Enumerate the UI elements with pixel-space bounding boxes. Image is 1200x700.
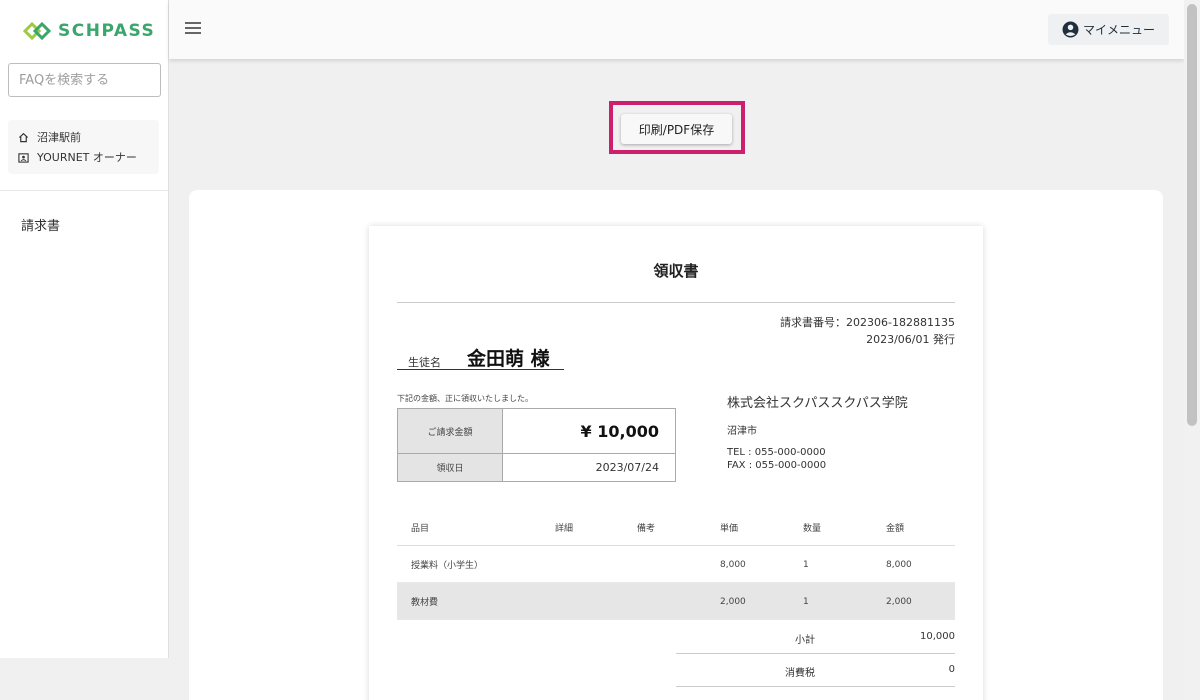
school-name: 沼津駅前 [37,131,81,144]
subtotal-label: 小計 [795,635,815,646]
logo[interactable]: SCHPASS [22,20,155,42]
item-amount: 8,000 [886,559,912,570]
billing-amount-cell: ¥ 10,000 [503,409,675,453]
print-pdf-button[interactable]: 印刷/PDF保存 [621,114,732,144]
received-date-row: 領収日 2023/07/24 [398,454,675,481]
received-date-label: 領収日 [398,454,503,481]
page-scrollbar[interactable] [1184,0,1200,700]
column-header: 単価 [720,524,739,534]
receipt-note: 下記の金額、正に領収いたしました。 [397,394,533,403]
owner-name: YOURNET オーナー [37,151,137,164]
issued-date: 2023/06/01 発行 [866,333,955,346]
title-divider [397,302,955,303]
content-card: 領収書 請求書番号：202306-182881135 2023/06/01 発行… [189,190,1163,700]
item-amount: 2,000 [886,596,912,607]
item-quantity: 1 [803,559,809,570]
column-header: 備考 [637,524,656,534]
column-header: 詳細 [555,524,574,534]
company-name: 株式会社スクパススクパス学院 [727,396,908,411]
school-row[interactable]: 沼津駅前 [18,127,149,147]
student-label: 生徒名 [408,356,441,369]
item-unit-price: 2,000 [720,596,746,607]
table-row: 教材費 2,000 1 2,000 [397,583,955,620]
column-header: 品目 [411,524,430,534]
items-table: 品目 詳細 備考 単価 数量 金額 授業料（小学生） 8,000 1 8,000… [397,509,955,620]
student-field: 生徒名 金田萌 様 [397,343,564,370]
received-date-value: 2023/07/24 [595,461,659,474]
item-unit-price: 8,000 [720,559,746,570]
scrollbar-thumb[interactable] [1187,4,1197,426]
student-name: 金田萌 様 [467,348,550,370]
faq-search-input[interactable] [8,63,161,97]
column-header: 金額 [886,524,905,534]
received-date-cell: 2023/07/24 [503,454,675,481]
totals-table: 小計 10,000 消費税 0 [676,621,955,687]
tax-row: 消費税 0 [676,654,955,687]
subtotal-row: 小計 10,000 [676,621,955,654]
table-row: 授業料（小学生） 8,000 1 8,000 [397,546,955,583]
sidebar: SCHPASS 沼津駅前 YOURNET オーナー 請求書 [0,0,169,658]
subtotal-value: 10,000 [920,631,955,642]
sidebar-divider [0,190,168,191]
billing-amount-label: ご請求金額 [398,409,503,453]
billing-amount-row: ご請求金額 ¥ 10,000 [398,409,675,454]
top-header: マイメニュー [169,0,1184,59]
school-info: 沼津駅前 YOURNET オーナー [8,120,159,174]
receipt-title: 領収書 [653,262,699,280]
tax-label: 消費税 [785,668,815,679]
owner-row[interactable]: YOURNET オーナー [18,147,149,167]
hamburger-menu-icon[interactable] [185,22,201,36]
amount-table: ご請求金額 ¥ 10,000 領収日 2023/07/24 [397,408,676,482]
home-icon [18,132,29,142]
billing-amount-value: ¥ 10,000 [580,421,659,441]
my-menu-label: マイメニュー [1082,23,1155,37]
item-name: 教材費 [411,598,439,608]
company-city: 沼津市 [727,426,757,437]
invoice-number: 請求書番号：202306-182881135 [780,316,955,329]
company-fax: FAX : 055-000-0000 [727,460,827,471]
item-name: 授業料（小学生） [411,561,484,571]
items-table-header: 品目 詳細 備考 単価 数量 金額 [397,509,955,546]
logo-text: SCHPASS [58,21,156,41]
column-header: 数量 [803,524,822,534]
company-tel: TEL : 055-000-0000 [727,447,826,458]
receipt-document: 領収書 請求書番号：202306-182881135 2023/06/01 発行… [369,226,983,700]
sidebar-item-invoice[interactable]: 請求書 [21,215,60,234]
my-menu-button[interactable]: マイメニュー [1047,14,1169,45]
user-circle-icon [1062,21,1079,38]
item-quantity: 1 [803,596,809,607]
schpass-logo-icon [22,21,52,41]
tax-value: 0 [948,664,955,675]
id-badge-icon [18,152,29,163]
